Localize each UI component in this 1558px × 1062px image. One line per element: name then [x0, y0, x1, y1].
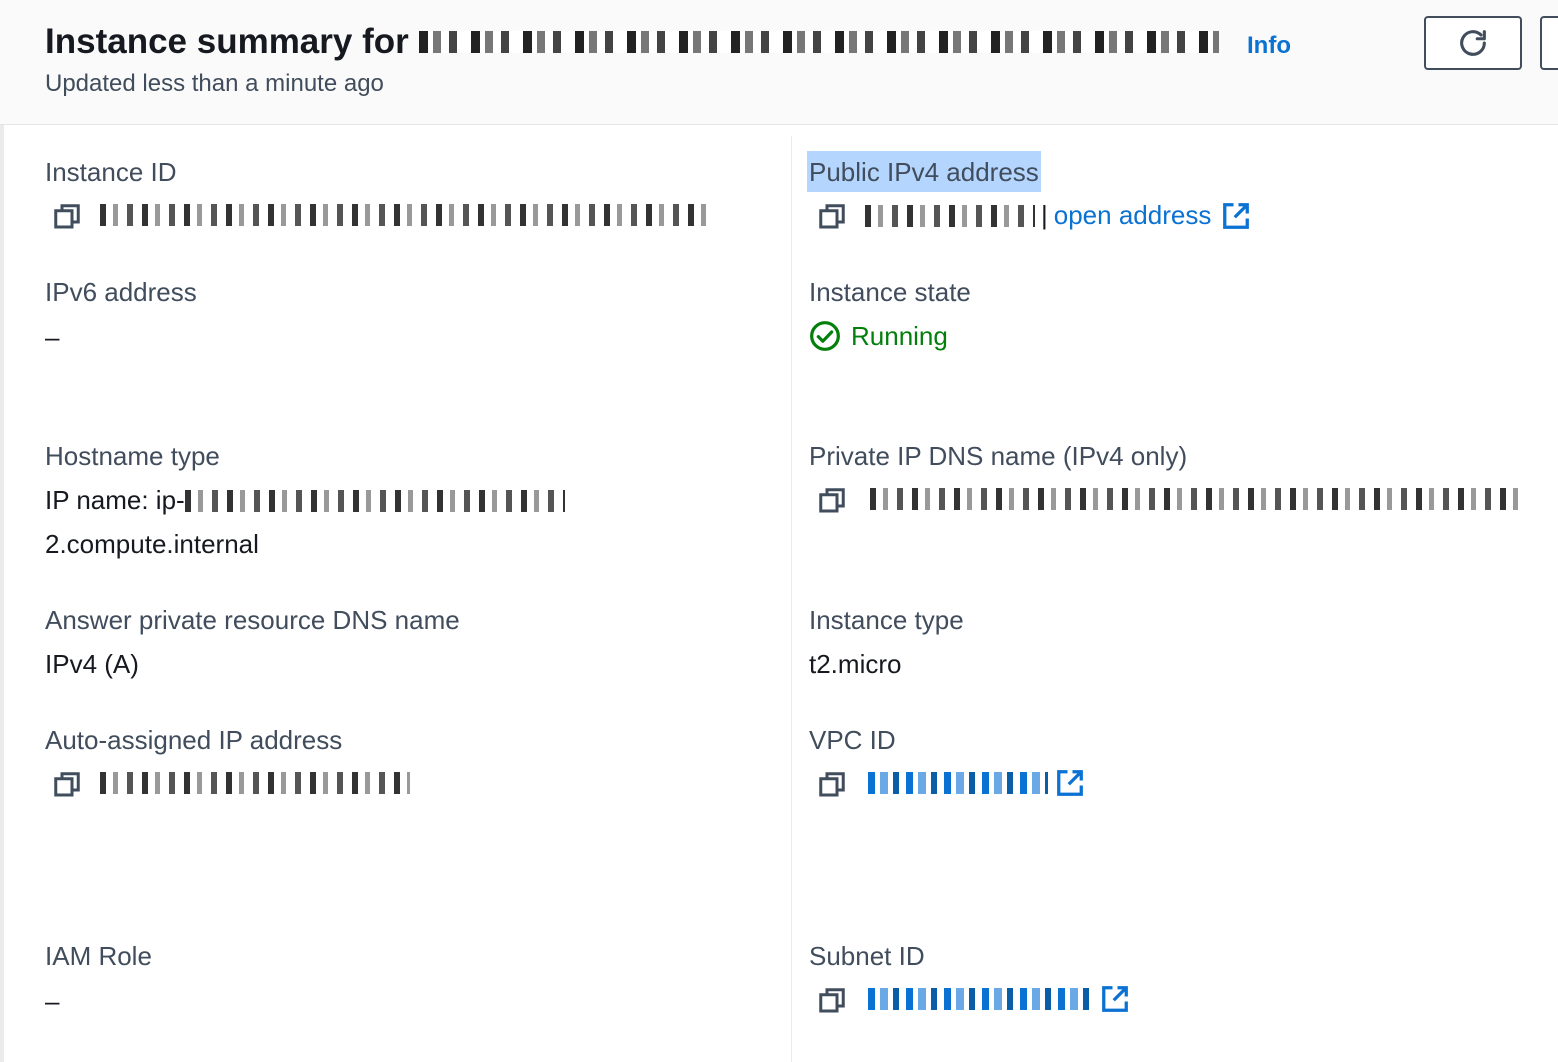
instance-type-label: Instance type: [809, 605, 964, 635]
instance-state-label: Instance state: [809, 277, 971, 307]
copy-icon[interactable]: [817, 770, 847, 800]
copy-icon[interactable]: [817, 486, 847, 516]
auto-ip-label: Auto-assigned IP address: [45, 725, 343, 755]
actions-button[interactable]: [1540, 16, 1558, 70]
updated-text: Updated less than a minute ago: [45, 70, 384, 97]
iam-role-value: –: [45, 986, 60, 1016]
external-link-icon[interactable]: [1221, 201, 1251, 231]
external-link-icon[interactable]: [1100, 984, 1130, 1014]
redacted-instance-id: [100, 204, 710, 226]
column-divider: [791, 136, 792, 1062]
left-edge: [0, 0, 4, 1062]
answer-dns-value: IPv4 (A): [45, 649, 139, 679]
check-circle-icon: [810, 321, 840, 351]
refresh-button[interactable]: [1424, 16, 1522, 70]
hostname-type-label: Hostname type: [45, 441, 220, 471]
instance-id-label: Instance ID: [45, 157, 177, 187]
iam-role-label: IAM Role: [45, 941, 152, 971]
copy-icon[interactable]: [817, 202, 847, 232]
redacted-subnet-id-link[interactable]: [868, 988, 1093, 1010]
external-link-icon[interactable]: [1055, 768, 1085, 798]
instance-state-value: Running: [851, 320, 948, 351]
page-title-text: Instance summary for: [45, 22, 409, 61]
refresh-icon: [1460, 30, 1486, 56]
vpc-id-label: VPC ID: [809, 725, 896, 755]
ipv6-label: IPv6 address: [45, 277, 197, 307]
page-title: Instance summary for: [45, 22, 1219, 62]
redacted-private-dns: [870, 488, 1525, 510]
public-ipv4-value: | open address: [865, 200, 1251, 231]
hostname-prefix: IP name: ip-: [45, 485, 185, 515]
redacted-auto-ip: [100, 772, 410, 794]
instance-type-value: t2.micro: [809, 649, 902, 679]
copy-icon[interactable]: [52, 202, 82, 232]
hostname-type-value: IP name: ip-: [45, 485, 565, 516]
open-address-link[interactable]: open address: [1054, 200, 1212, 231]
copy-icon[interactable]: [817, 986, 847, 1016]
hostname-line2: 2.compute.internal: [45, 529, 259, 559]
redacted-vpc-id-link[interactable]: [868, 772, 1048, 794]
instance-state-status: Running: [809, 320, 948, 352]
answer-dns-label: Answer private resource DNS name: [45, 605, 460, 635]
ipv6-value: –: [45, 322, 60, 352]
redacted-instance-name: [418, 31, 1219, 53]
separator: |: [1041, 200, 1048, 230]
redacted-public-ip: [865, 204, 1035, 227]
subnet-id-label: Subnet ID: [809, 941, 925, 971]
info-link[interactable]: Info: [1247, 32, 1291, 60]
private-dns-label: Private IP DNS name (IPv4 only): [809, 441, 1188, 471]
copy-icon[interactable]: [52, 770, 82, 800]
redacted-hostname: [184, 489, 565, 512]
public-ipv4-label: Public IPv4 address: [807, 151, 1041, 192]
summary-header: Instance summary for Info Updated less t…: [0, 0, 1558, 125]
